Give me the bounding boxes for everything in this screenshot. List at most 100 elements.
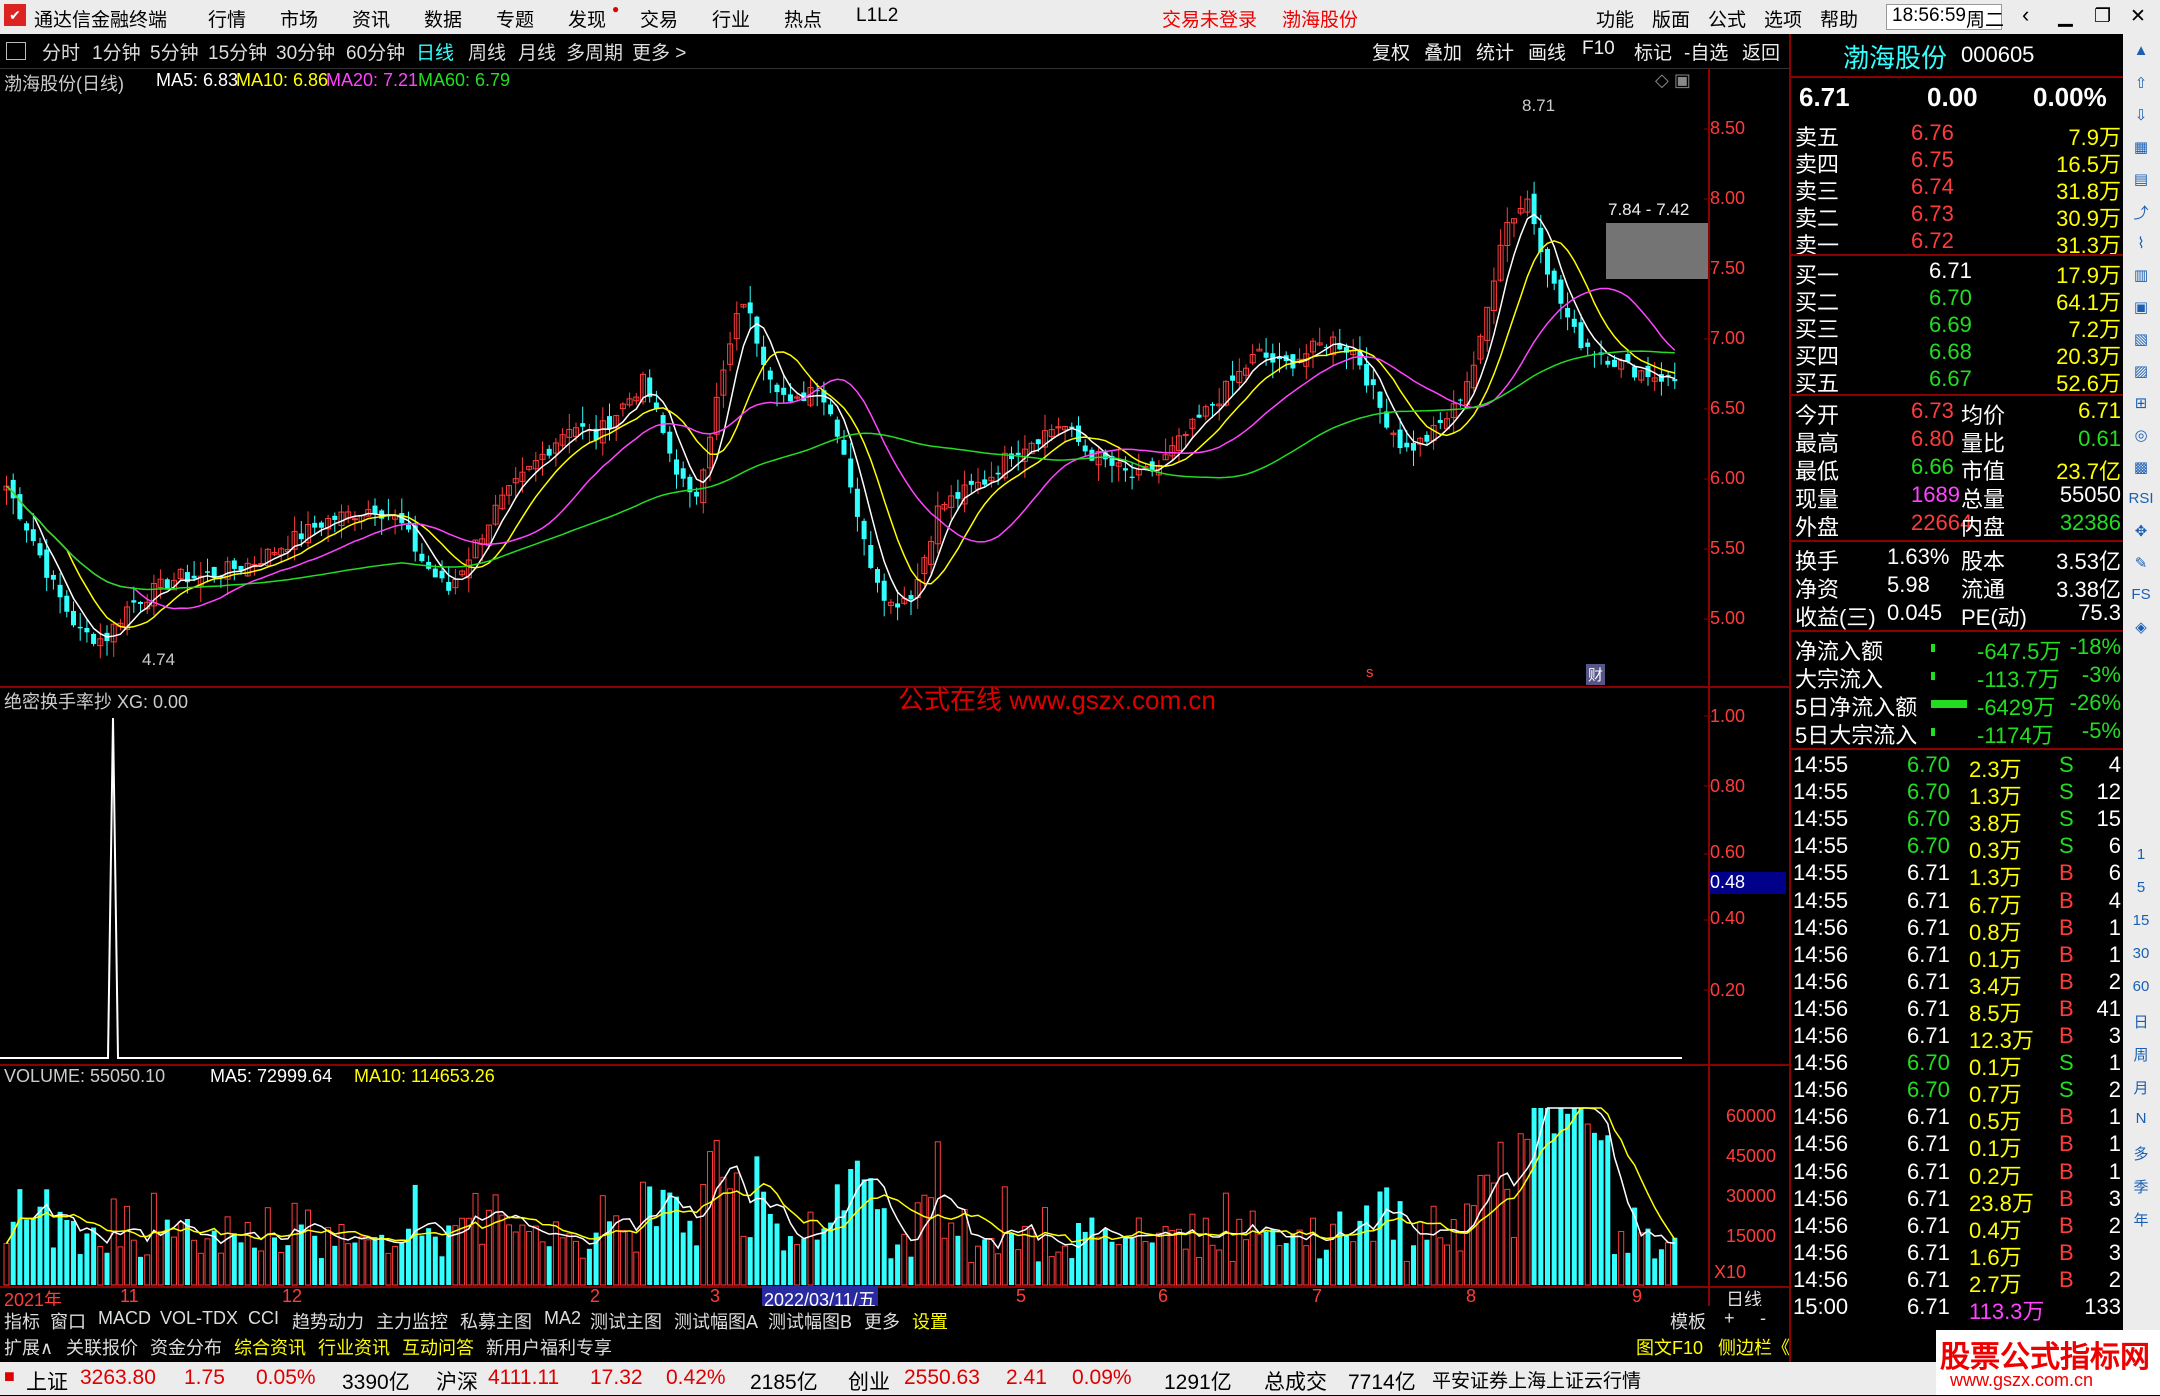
menu-banmian[interactable]: 版面 <box>1652 5 1690 32</box>
period-shortcut[interactable]: N <box>2127 1110 2155 1136</box>
add-pane-button[interactable]: + <box>1724 1308 1735 1329</box>
toolbar-icon[interactable]: ⇩ <box>2127 106 2155 132</box>
toolbar-icon[interactable]: ▤ <box>2127 170 2155 196</box>
btn-huaxian[interactable]: 画线 <box>1528 38 1566 65</box>
sh-label[interactable]: 上证 <box>26 1366 68 1396</box>
tab-ma2[interactable]: MA2 <box>544 1308 581 1329</box>
menu-hangqing[interactable]: 行情 <box>208 5 246 32</box>
toolbar-icon[interactable]: ▥ <box>2127 266 2155 292</box>
tab-more[interactable]: 更多 > <box>632 38 686 65</box>
period-shortcut[interactable]: 1 <box>2127 846 2155 872</box>
restore-icon[interactable]: ❐ <box>2094 5 2111 28</box>
tab-fenshi[interactable]: 分时 <box>42 38 80 65</box>
btn-fanhui[interactable]: 返回 <box>1742 38 1780 65</box>
menu-zixun[interactable]: 资讯 <box>352 5 390 32</box>
period-shortcut[interactable]: 月 <box>2127 1077 2155 1103</box>
tab-chuangkou[interactable]: 窗口 <box>50 1308 86 1334</box>
toolbar-icon[interactable]: ▧ <box>2127 330 2155 356</box>
tab-capital-dist[interactable]: 资金分布 <box>150 1334 222 1360</box>
remove-pane-button[interactable]: - <box>1760 1308 1766 1329</box>
btn-zixuan[interactable]: -自选 <box>1684 38 1728 65</box>
toolbar-icon[interactable]: ⤴ <box>2127 202 2155 228</box>
menu-gongneng[interactable]: 功能 <box>1596 5 1634 32</box>
menu-faxian[interactable]: 发现 <box>568 5 606 32</box>
tab-15min[interactable]: 15分钟 <box>208 38 267 65</box>
login-notice[interactable]: 交易未登录 <box>1162 5 1257 32</box>
pane-divider-1[interactable] <box>0 686 1789 688</box>
period-shortcut[interactable]: 季 <box>2127 1176 2155 1202</box>
period-shortcut[interactable]: 15 <box>2127 912 2155 938</box>
tab-weekly[interactable]: 周线 <box>468 38 506 65</box>
close-icon[interactable]: ✕ <box>2130 5 2146 28</box>
tab-macd[interactable]: MACD <box>98 1308 151 1329</box>
tab-more[interactable]: 更多 <box>864 1308 900 1334</box>
toolbar-icon[interactable]: ✥ <box>2127 522 2155 548</box>
period-shortcut[interactable]: 日 <box>2127 1011 2155 1037</box>
tab-multi-period[interactable]: 多周期 <box>566 38 623 65</box>
toolbar-icon[interactable]: ▨ <box>2127 362 2155 388</box>
toolbar-icon[interactable]: ◈ <box>2127 618 2155 644</box>
tab-new-user[interactable]: 新用户福利专享 <box>486 1334 612 1360</box>
toolbar-icon[interactable]: ▩ <box>2127 458 2155 484</box>
toolbar-icon[interactable]: ▣ <box>2127 298 2155 324</box>
period-shortcut[interactable]: 周 <box>2127 1044 2155 1070</box>
btn-diejia[interactable]: 叠加 <box>1424 38 1462 65</box>
toolbar-icon[interactable]: ⇧ <box>2127 74 2155 100</box>
btn-biaoji[interactable]: 标记 <box>1634 38 1672 65</box>
tab-related-quotes[interactable]: 关联报价 <box>66 1334 138 1360</box>
tab-trend[interactable]: 趋势动力 <box>292 1308 364 1334</box>
menu-zhuanti[interactable]: 专题 <box>496 5 534 32</box>
tab-main-monitor[interactable]: 主力监控 <box>376 1308 448 1334</box>
tab-test-a[interactable]: 测试幅图A <box>674 1308 758 1334</box>
menu-shichang[interactable]: 市场 <box>280 5 318 32</box>
toolbar-icon[interactable]: ◎ <box>2127 426 2155 452</box>
menu-bangzhu[interactable]: 帮助 <box>1820 5 1858 32</box>
tab-sidebar[interactable]: 侧边栏《 <box>1718 1334 1790 1360</box>
menu-hangye[interactable]: 行业 <box>712 5 750 32</box>
toolbar-icon[interactable]: ▦ <box>2127 138 2155 164</box>
menu-jiaoyi[interactable]: 交易 <box>640 5 678 32</box>
toolbar-icon[interactable]: ⌇ <box>2127 234 2155 260</box>
tab-monthly[interactable]: 月线 <box>518 38 556 65</box>
event-marker-s[interactable]: s <box>1366 664 1374 681</box>
toolbar-icon[interactable]: ✎ <box>2127 554 2155 580</box>
tab-industry-news[interactable]: 行业资讯 <box>318 1334 390 1360</box>
period-shortcut[interactable]: 5 <box>2127 879 2155 905</box>
menu-shuju[interactable]: 数据 <box>424 5 462 32</box>
cy-label[interactable]: 创业 <box>848 1366 890 1396</box>
tab-30min[interactable]: 30分钟 <box>276 38 335 65</box>
toolbar-icon[interactable]: FS <box>2127 586 2155 612</box>
period-shortcut[interactable]: 60 <box>2127 978 2155 1004</box>
period-shortcut[interactable]: 多 <box>2127 1143 2155 1169</box>
event-marker-cai[interactable]: 财 <box>1586 664 1606 685</box>
btn-fuquan[interactable]: 复权 <box>1372 38 1410 65</box>
toggle-panel-icon[interactable] <box>6 42 26 60</box>
tab-test-main[interactable]: 测试主图 <box>590 1308 662 1334</box>
btn-tongji[interactable]: 统计 <box>1476 38 1514 65</box>
tab-news[interactable]: 综合资讯 <box>234 1334 306 1360</box>
sz-label[interactable]: 沪深 <box>436 1366 478 1396</box>
tab-cci[interactable]: CCI <box>248 1308 279 1329</box>
menu-l1l2[interactable]: L1L2 <box>856 5 898 27</box>
tab-template[interactable]: 模板 <box>1670 1308 1706 1334</box>
menu-redian[interactable]: 热点 <box>784 5 822 32</box>
tab-vol-tdx[interactable]: VOL-TDX <box>160 1308 238 1329</box>
tab-expand[interactable]: 扩展∧ <box>4 1334 53 1360</box>
tab-settings[interactable]: 设置 <box>912 1308 948 1334</box>
tab-60min[interactable]: 60分钟 <box>346 38 405 65</box>
tab-qa[interactable]: 互动问答 <box>402 1334 474 1360</box>
tab-daily[interactable]: 日线 <box>416 38 454 65</box>
panel-settings-icon[interactable]: ◇ ▣ <box>1655 70 1691 91</box>
toolbar-icon[interactable]: ▲ <box>2127 42 2155 68</box>
toolbar-icon[interactable]: RSI <box>2127 490 2155 516</box>
toolbar-icon[interactable]: ⊞ <box>2127 394 2155 420</box>
minimize-icon[interactable]: ▁ <box>2058 5 2073 28</box>
btn-f10[interactable]: F10 <box>1582 38 1615 60</box>
tab-1min[interactable]: 1分钟 <box>92 38 141 65</box>
period-shortcut[interactable]: 年 <box>2127 1209 2155 1235</box>
tab-5min[interactable]: 5分钟 <box>150 38 199 65</box>
tab-f10[interactable]: 图文F10 <box>1636 1334 1703 1360</box>
back-arrow-icon[interactable]: ‹ <box>2022 2 2029 28</box>
menu-gongshi[interactable]: 公式 <box>1708 5 1746 32</box>
tab-private[interactable]: 私募主图 <box>460 1308 532 1334</box>
